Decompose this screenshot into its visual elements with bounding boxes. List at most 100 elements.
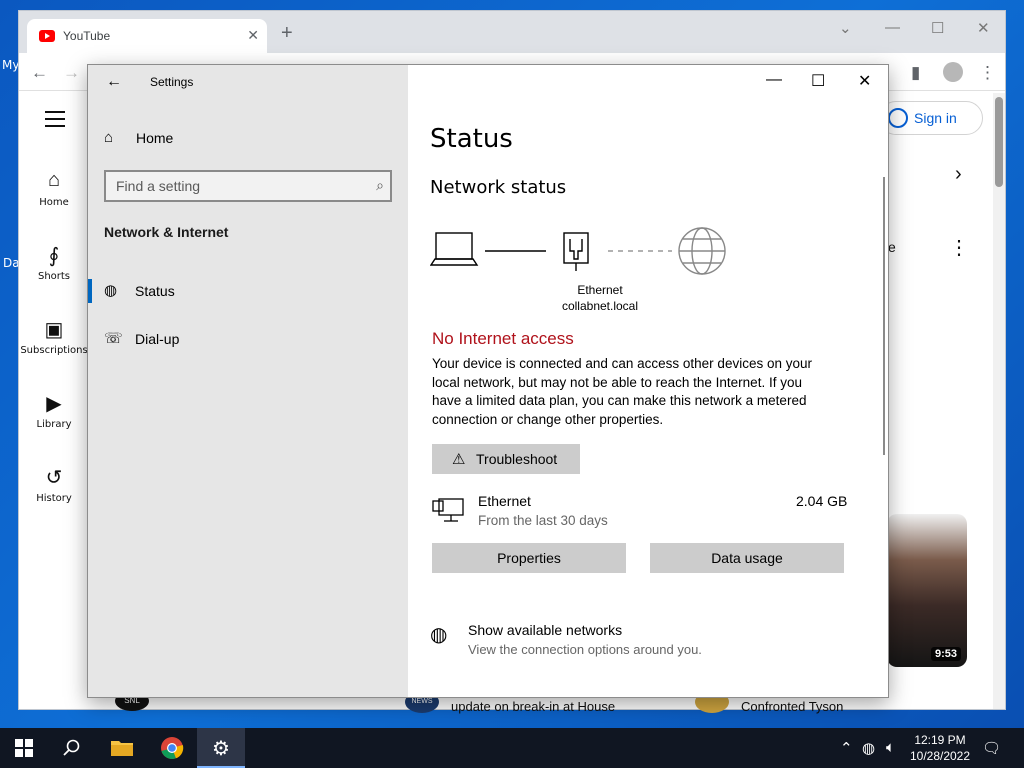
find-setting-box[interactable]: ⌕	[104, 170, 392, 202]
chevron-right-icon[interactable]: ›	[955, 163, 962, 186]
nav-item-label: Dial-up	[135, 331, 180, 347]
home-icon: ⌂	[47, 169, 61, 191]
video-thumbnail[interactable]: 9:53	[887, 514, 967, 667]
warning-icon: ⚠	[452, 451, 466, 468]
menu-icon[interactable]: ⋮	[979, 63, 996, 83]
internet-globe-icon	[678, 227, 726, 275]
back-icon[interactable]: ←	[31, 63, 48, 83]
troubleshoot-label: Troubleshoot	[476, 451, 558, 467]
data-usage-button[interactable]: Data usage	[650, 543, 844, 573]
connection-period: From the last 30 days	[478, 513, 608, 528]
more-options-icon[interactable]: ⋮	[949, 235, 969, 260]
scrollbar-thumb[interactable]	[995, 97, 1003, 187]
minimize-button[interactable]: —	[766, 71, 782, 89]
dialup-icon: ☏	[104, 330, 123, 347]
sidebar-item-history[interactable]: ↺ History	[19, 465, 89, 504]
network-status-icon[interactable]: ◍	[862, 739, 875, 757]
status-description: Your device is connected and can access …	[432, 356, 812, 427]
side-panel-icon[interactable]: ▮	[911, 63, 920, 83]
sidebar-item-label: Library	[36, 419, 72, 430]
maximize-button[interactable]: ☐	[931, 19, 944, 37]
connection-name: Ethernet	[478, 493, 531, 509]
clock-time: 12:19 PM	[914, 733, 966, 747]
folder-icon	[111, 741, 133, 756]
section-title: Network & Internet	[104, 224, 229, 240]
settings-sidebar: ← Settings ⌂ Home ⌕ Network & Internet ◍…	[88, 65, 408, 697]
ethernet-port-icon	[563, 232, 589, 271]
sidebar-item-library[interactable]: ▶ Library	[19, 391, 89, 430]
app-title: Settings	[150, 75, 194, 89]
home-icon: ⌂	[104, 129, 114, 146]
data-usage-value: 2.04 GB	[796, 493, 848, 509]
tab-strip: YouTube ✕ + ⌄ — ☐ ✕	[19, 11, 1005, 53]
home-label: Home	[136, 130, 174, 146]
back-arrow-icon[interactable]: ←	[106, 73, 122, 91]
new-tab-button[interactable]: +	[281, 23, 293, 43]
find-setting-input[interactable]	[116, 178, 356, 194]
troubleshoot-button[interactable]: ⚠ Troubleshoot	[432, 444, 580, 474]
sidebar-item-label: Shorts	[37, 271, 71, 282]
settings-taskbar-button[interactable]: ⚙	[197, 728, 245, 768]
video-title-fragment[interactable]: e	[888, 239, 896, 255]
profile-avatar[interactable]	[943, 62, 963, 82]
tab-youtube[interactable]: YouTube ✕	[27, 19, 267, 53]
sidebar-item-label: Subscriptions	[20, 345, 88, 356]
shorts-icon: ∮	[48, 245, 60, 267]
settings-window: ← Settings ⌂ Home ⌕ Network & Internet ◍…	[87, 64, 889, 698]
video-title[interactable]: update on break-in at House	[451, 699, 615, 714]
chrome-button[interactable]	[148, 728, 196, 768]
youtube-logo-icon	[39, 30, 55, 42]
show-networks-description: View the connection options around you.	[468, 642, 702, 657]
page-scrollbar[interactable]	[993, 93, 1005, 709]
video-title[interactable]: Confronted Tyson	[741, 699, 843, 714]
network-domain: collabnet.local	[561, 299, 639, 313]
show-available-networks-link[interactable]: Show available networks	[468, 622, 622, 638]
sidebar-item-label: Home	[39, 197, 69, 208]
network-status-heading: Network status	[430, 177, 567, 198]
gear-icon: ⚙	[212, 738, 230, 760]
library-icon: ▶	[46, 393, 62, 415]
sidebar-item-shorts[interactable]: ∮ Shorts	[19, 243, 89, 282]
globe-icon: ◍	[104, 282, 118, 299]
file-explorer-button[interactable]	[98, 728, 146, 768]
sign-in-button[interactable]: Sign in	[879, 101, 983, 135]
sidebar-item-home[interactable]: ⌂ Home	[19, 169, 89, 208]
account-icon	[888, 108, 908, 128]
close-tab-icon[interactable]: ✕	[247, 27, 259, 44]
tab-title: YouTube	[63, 29, 111, 43]
taskbar: ⚙ ⌃ ◍ 🔈︎ 12:19 PM 10/28/2022 🗨︎	[0, 728, 1024, 768]
desktop-icon-label[interactable]: My	[2, 58, 19, 72]
notifications-icon[interactable]: 🗨︎	[982, 739, 1001, 757]
search-button[interactable]	[48, 728, 96, 768]
show-hidden-icons-chevron[interactable]: ⌃	[840, 739, 853, 757]
maximize-button[interactable]: ☐	[811, 71, 825, 91]
minimize-button[interactable]: —	[885, 19, 900, 36]
network-diagram: Ethernet collabnet.local	[429, 227, 730, 317]
subscriptions-icon: ▣	[44, 319, 64, 341]
tab-search-icon[interactable]: ⌄	[839, 19, 852, 37]
history-icon: ↺	[45, 467, 63, 489]
settings-content: — ☐ ✕ Status Network status Ethernet col…	[408, 65, 888, 697]
connectivity-alert: No Internet access	[432, 329, 574, 348]
page-title: Status	[430, 124, 513, 154]
properties-button[interactable]: Properties	[432, 543, 626, 573]
hamburger-menu-icon[interactable]	[45, 111, 65, 132]
sidebar-item-subscriptions[interactable]: ▣ Subscriptions	[19, 317, 89, 356]
chrome-icon	[161, 737, 184, 760]
globe-icon: ◍	[430, 624, 448, 646]
start-button[interactable]	[0, 728, 48, 768]
close-button[interactable]: ✕	[858, 71, 871, 91]
clock[interactable]: 12:19 PM 10/28/2022	[900, 732, 980, 764]
forward-icon[interactable]: →	[63, 63, 80, 83]
search-icon	[63, 739, 80, 756]
search-icon[interactable]: ⌕	[376, 177, 384, 194]
nav-item-status[interactable]: ◍ Status	[88, 271, 408, 311]
windows-logo-icon	[15, 739, 33, 757]
nav-item-dial-up[interactable]: ☏ Dial-up	[88, 319, 408, 359]
ethernet-adapter-icon	[432, 498, 464, 522]
content-scrollbar[interactable]	[883, 177, 885, 455]
close-button[interactable]: ✕	[977, 19, 990, 37]
sidebar-item-label: History	[36, 493, 72, 504]
volume-icon[interactable]: 🔈︎	[886, 739, 895, 756]
video-duration: 9:53	[930, 647, 961, 661]
